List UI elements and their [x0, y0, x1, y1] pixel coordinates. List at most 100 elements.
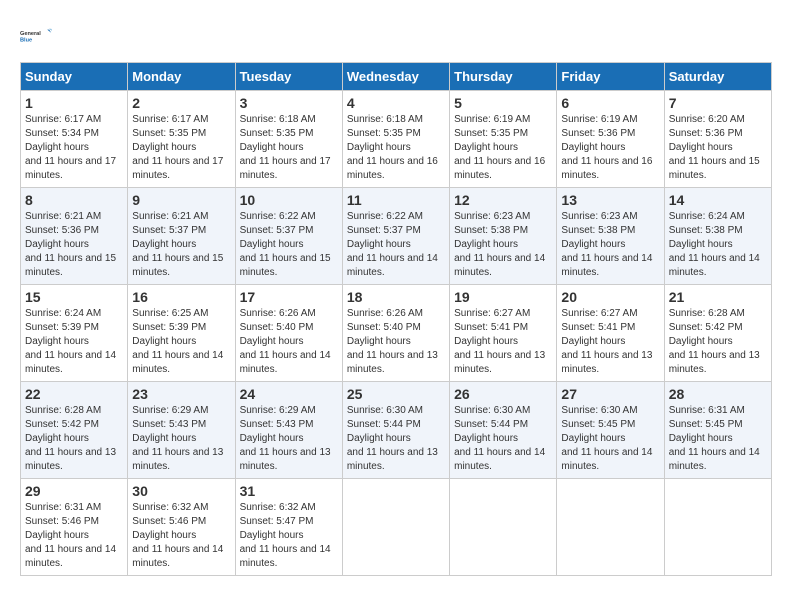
- day-info: Sunrise: 6:18 AMSunset: 5:35 PMDaylight …: [347, 114, 438, 181]
- calendar-cell: 20 Sunrise: 6:27 AMSunset: 5:41 PMDaylig…: [557, 285, 664, 382]
- calendar-cell: 16 Sunrise: 6:25 AMSunset: 5:39 PMDaylig…: [128, 285, 235, 382]
- day-info: Sunrise: 6:27 AMSunset: 5:41 PMDaylight …: [561, 308, 652, 375]
- calendar-cell: 2 Sunrise: 6:17 AMSunset: 5:35 PMDayligh…: [128, 91, 235, 188]
- day-number: 14: [669, 192, 767, 208]
- day-info: Sunrise: 6:23 AMSunset: 5:38 PMDaylight …: [561, 211, 652, 278]
- calendar-cell: 5 Sunrise: 6:19 AMSunset: 5:35 PMDayligh…: [450, 91, 557, 188]
- calendar-header-row: SundayMondayTuesdayWednesdayThursdayFrid…: [21, 63, 772, 91]
- weekday-header-thursday: Thursday: [450, 63, 557, 91]
- weekday-header-sunday: Sunday: [21, 63, 128, 91]
- calendar-cell: 22 Sunrise: 6:28 AMSunset: 5:42 PMDaylig…: [21, 382, 128, 479]
- calendar-cell: 3 Sunrise: 6:18 AMSunset: 5:35 PMDayligh…: [235, 91, 342, 188]
- day-info: Sunrise: 6:28 AMSunset: 5:42 PMDaylight …: [25, 405, 116, 472]
- calendar-body: 1 Sunrise: 6:17 AMSunset: 5:34 PMDayligh…: [21, 91, 772, 576]
- day-number: 28: [669, 386, 767, 402]
- day-info: Sunrise: 6:27 AMSunset: 5:41 PMDaylight …: [454, 308, 545, 375]
- day-number: 25: [347, 386, 445, 402]
- day-number: 29: [25, 483, 123, 499]
- page-header: General Blue: [20, 20, 772, 52]
- calendar-week-4: 22 Sunrise: 6:28 AMSunset: 5:42 PMDaylig…: [21, 382, 772, 479]
- day-number: 3: [240, 95, 338, 111]
- day-info: Sunrise: 6:19 AMSunset: 5:35 PMDaylight …: [454, 114, 545, 181]
- calendar-cell: 18 Sunrise: 6:26 AMSunset: 5:40 PMDaylig…: [342, 285, 449, 382]
- day-info: Sunrise: 6:26 AMSunset: 5:40 PMDaylight …: [347, 308, 438, 375]
- calendar-cell: 4 Sunrise: 6:18 AMSunset: 5:35 PMDayligh…: [342, 91, 449, 188]
- day-info: Sunrise: 6:21 AMSunset: 5:37 PMDaylight …: [132, 211, 223, 278]
- day-number: 22: [25, 386, 123, 402]
- day-info: Sunrise: 6:24 AMSunset: 5:38 PMDaylight …: [669, 211, 760, 278]
- day-number: 7: [669, 95, 767, 111]
- calendar-cell: 15 Sunrise: 6:24 AMSunset: 5:39 PMDaylig…: [21, 285, 128, 382]
- calendar-cell: 30 Sunrise: 6:32 AMSunset: 5:46 PMDaylig…: [128, 479, 235, 576]
- calendar-cell: 9 Sunrise: 6:21 AMSunset: 5:37 PMDayligh…: [128, 188, 235, 285]
- day-number: 17: [240, 289, 338, 305]
- calendar-cell: 31 Sunrise: 6:32 AMSunset: 5:47 PMDaylig…: [235, 479, 342, 576]
- day-number: 15: [25, 289, 123, 305]
- day-number: 8: [25, 192, 123, 208]
- day-number: 10: [240, 192, 338, 208]
- calendar-cell: 8 Sunrise: 6:21 AMSunset: 5:36 PMDayligh…: [21, 188, 128, 285]
- day-info: Sunrise: 6:32 AMSunset: 5:47 PMDaylight …: [240, 502, 331, 569]
- day-info: Sunrise: 6:20 AMSunset: 5:36 PMDaylight …: [669, 114, 760, 181]
- day-number: 18: [347, 289, 445, 305]
- day-info: Sunrise: 6:31 AMSunset: 5:46 PMDaylight …: [25, 502, 116, 569]
- day-info: Sunrise: 6:30 AMSunset: 5:44 PMDaylight …: [347, 405, 438, 472]
- day-info: Sunrise: 6:17 AMSunset: 5:35 PMDaylight …: [132, 114, 223, 181]
- day-number: 20: [561, 289, 659, 305]
- day-number: 21: [669, 289, 767, 305]
- calendar-cell: 12 Sunrise: 6:23 AMSunset: 5:38 PMDaylig…: [450, 188, 557, 285]
- day-number: 12: [454, 192, 552, 208]
- day-info: Sunrise: 6:17 AMSunset: 5:34 PMDaylight …: [25, 114, 116, 181]
- day-number: 19: [454, 289, 552, 305]
- day-number: 6: [561, 95, 659, 111]
- day-number: 11: [347, 192, 445, 208]
- weekday-header-friday: Friday: [557, 63, 664, 91]
- day-info: Sunrise: 6:29 AMSunset: 5:43 PMDaylight …: [240, 405, 331, 472]
- weekday-header-saturday: Saturday: [664, 63, 771, 91]
- day-number: 9: [132, 192, 230, 208]
- day-number: 27: [561, 386, 659, 402]
- day-number: 5: [454, 95, 552, 111]
- day-info: Sunrise: 6:22 AMSunset: 5:37 PMDaylight …: [347, 211, 438, 278]
- day-info: Sunrise: 6:22 AMSunset: 5:37 PMDaylight …: [240, 211, 331, 278]
- day-info: Sunrise: 6:21 AMSunset: 5:36 PMDaylight …: [25, 211, 116, 278]
- day-number: 13: [561, 192, 659, 208]
- day-info: Sunrise: 6:24 AMSunset: 5:39 PMDaylight …: [25, 308, 116, 375]
- calendar-cell: 21 Sunrise: 6:28 AMSunset: 5:42 PMDaylig…: [664, 285, 771, 382]
- day-number: 1: [25, 95, 123, 111]
- calendar-cell: [342, 479, 449, 576]
- calendar-cell: 24 Sunrise: 6:29 AMSunset: 5:43 PMDaylig…: [235, 382, 342, 479]
- day-number: 16: [132, 289, 230, 305]
- day-info: Sunrise: 6:30 AMSunset: 5:44 PMDaylight …: [454, 405, 545, 472]
- calendar-cell: 10 Sunrise: 6:22 AMSunset: 5:37 PMDaylig…: [235, 188, 342, 285]
- logo: General Blue: [20, 20, 58, 52]
- calendar-week-3: 15 Sunrise: 6:24 AMSunset: 5:39 PMDaylig…: [21, 285, 772, 382]
- calendar-cell: 25 Sunrise: 6:30 AMSunset: 5:44 PMDaylig…: [342, 382, 449, 479]
- calendar-cell: 14 Sunrise: 6:24 AMSunset: 5:38 PMDaylig…: [664, 188, 771, 285]
- calendar-cell: 23 Sunrise: 6:29 AMSunset: 5:43 PMDaylig…: [128, 382, 235, 479]
- calendar-cell: 6 Sunrise: 6:19 AMSunset: 5:36 PMDayligh…: [557, 91, 664, 188]
- svg-text:Blue: Blue: [20, 38, 32, 44]
- weekday-header-tuesday: Tuesday: [235, 63, 342, 91]
- day-info: Sunrise: 6:25 AMSunset: 5:39 PMDaylight …: [132, 308, 223, 375]
- day-info: Sunrise: 6:26 AMSunset: 5:40 PMDaylight …: [240, 308, 331, 375]
- calendar-cell: 26 Sunrise: 6:30 AMSunset: 5:44 PMDaylig…: [450, 382, 557, 479]
- day-number: 23: [132, 386, 230, 402]
- calendar-week-2: 8 Sunrise: 6:21 AMSunset: 5:36 PMDayligh…: [21, 188, 772, 285]
- calendar-cell: 11 Sunrise: 6:22 AMSunset: 5:37 PMDaylig…: [342, 188, 449, 285]
- calendar-cell: [450, 479, 557, 576]
- calendar-cell: 28 Sunrise: 6:31 AMSunset: 5:45 PMDaylig…: [664, 382, 771, 479]
- day-number: 4: [347, 95, 445, 111]
- day-info: Sunrise: 6:32 AMSunset: 5:46 PMDaylight …: [132, 502, 223, 569]
- weekday-header-monday: Monday: [128, 63, 235, 91]
- calendar-cell: 7 Sunrise: 6:20 AMSunset: 5:36 PMDayligh…: [664, 91, 771, 188]
- svg-text:General: General: [20, 31, 41, 37]
- day-info: Sunrise: 6:31 AMSunset: 5:45 PMDaylight …: [669, 405, 760, 472]
- weekday-header-wednesday: Wednesday: [342, 63, 449, 91]
- calendar-table: SundayMondayTuesdayWednesdayThursdayFrid…: [20, 62, 772, 576]
- calendar-cell: 17 Sunrise: 6:26 AMSunset: 5:40 PMDaylig…: [235, 285, 342, 382]
- calendar-cell: [664, 479, 771, 576]
- calendar-cell: 13 Sunrise: 6:23 AMSunset: 5:38 PMDaylig…: [557, 188, 664, 285]
- logo-icon: General Blue: [20, 20, 52, 52]
- calendar-cell: 1 Sunrise: 6:17 AMSunset: 5:34 PMDayligh…: [21, 91, 128, 188]
